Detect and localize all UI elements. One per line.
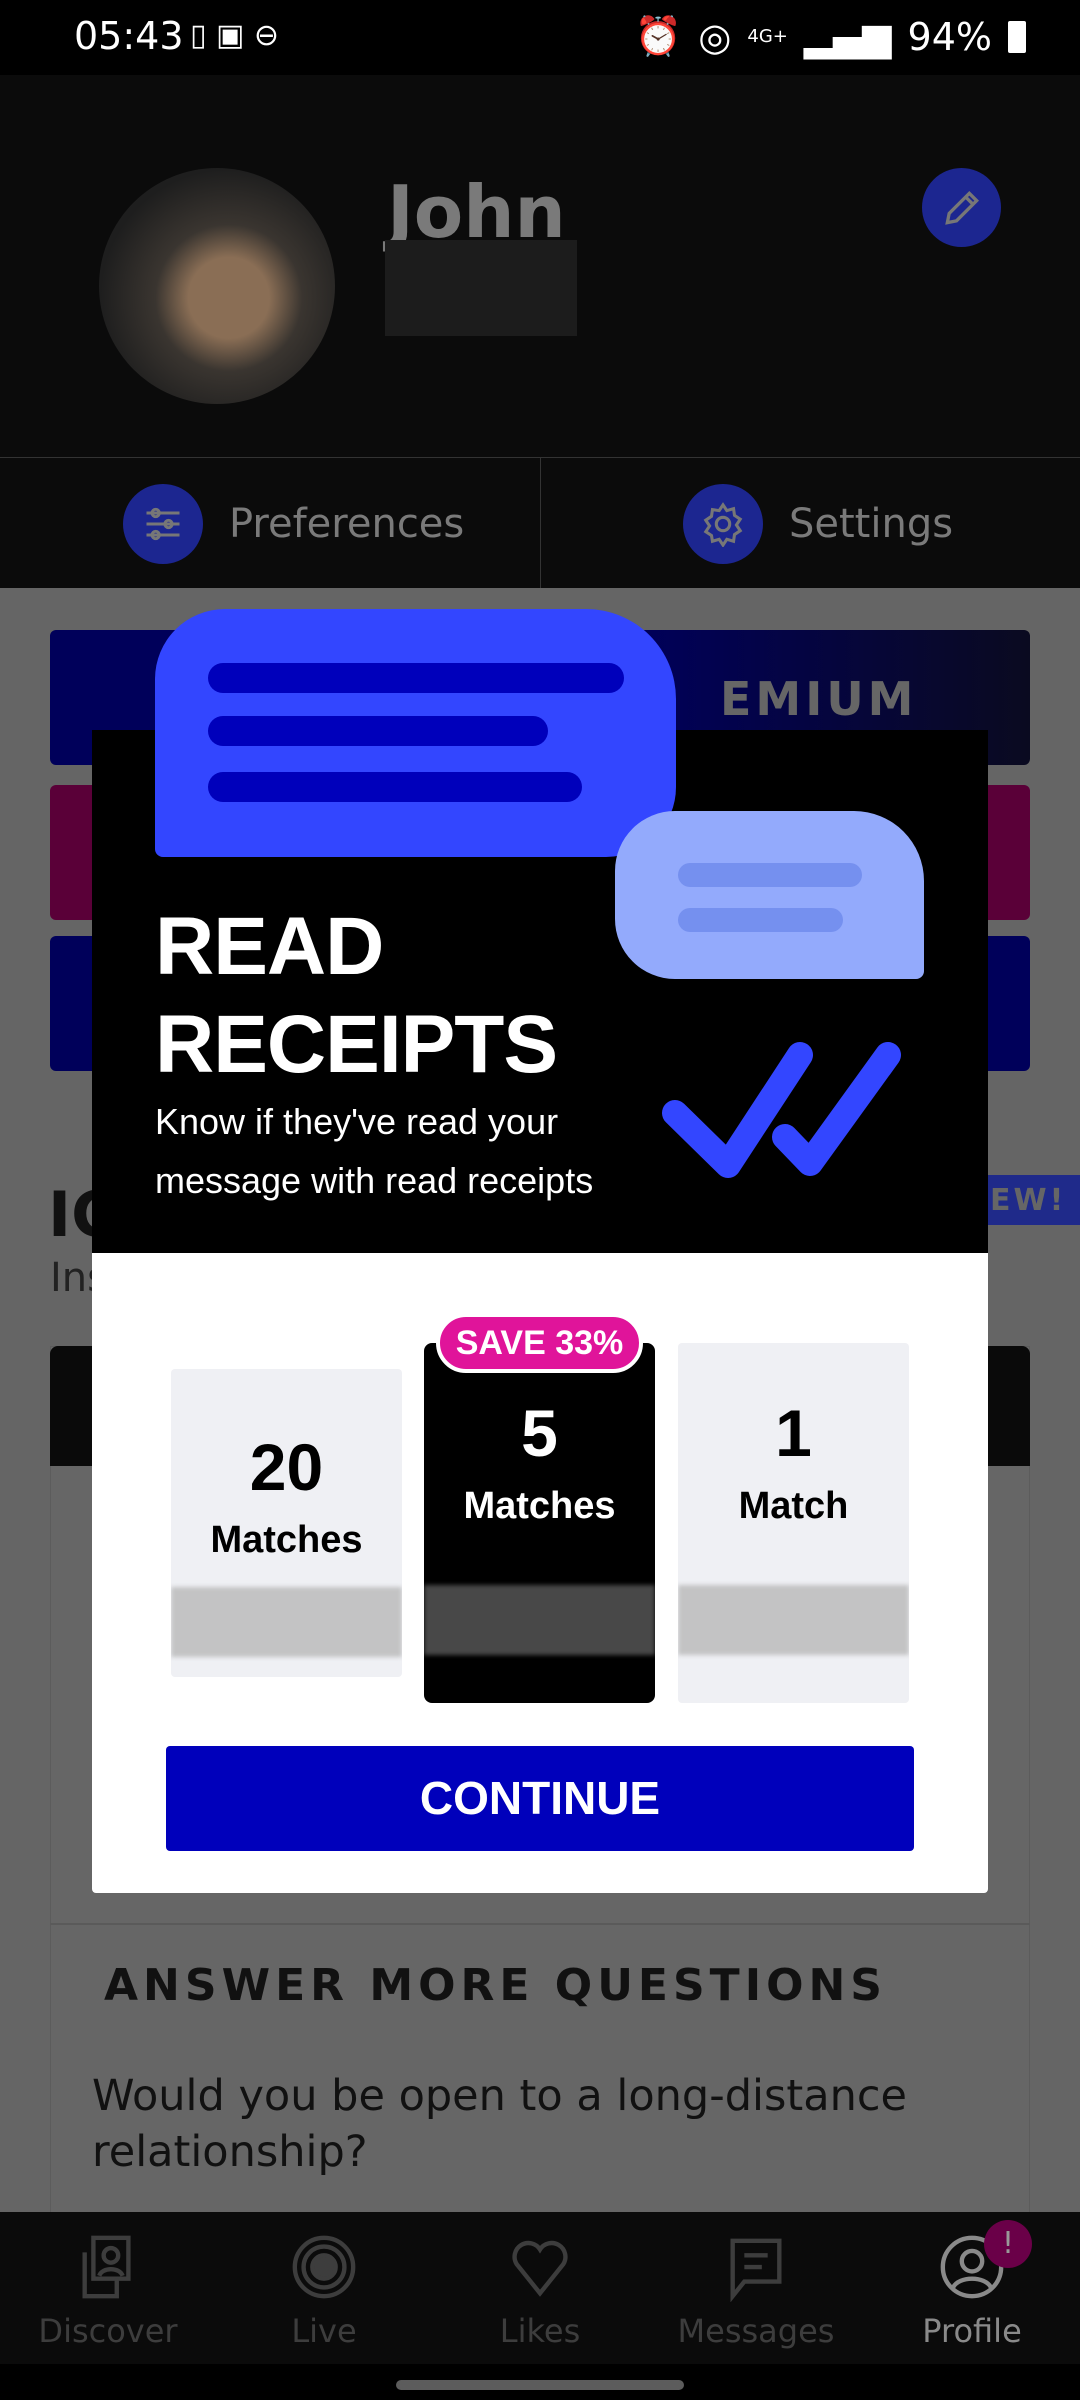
premium-label: EMIUM <box>720 672 918 726</box>
live-icon <box>292 2235 356 2299</box>
nav-likes[interactable]: Likes <box>432 2212 648 2364</box>
plan-option-5[interactable]: 5 Matches <box>424 1343 655 1703</box>
status-icons: ⏰ ◎ 4G+ ▂▄▆ 94% <box>635 14 1026 59</box>
heart-icon <box>512 2240 568 2297</box>
subtitle-line: message with read receipts <box>155 1160 594 1201</box>
nav-discover[interactable]: Discover <box>0 2212 216 2364</box>
notification-icons: ▯ ▣ ⊖ <box>190 18 280 53</box>
nav-label: Live <box>291 2312 357 2350</box>
modal-subtitle: Know if they've read your message with r… <box>155 1092 593 1210</box>
title-line: RECEIPTS <box>155 999 558 1090</box>
chat-bubble-illustration <box>615 811 924 979</box>
redacted-price <box>171 1587 402 1657</box>
clock: 05:43 <box>74 14 184 58</box>
subtitle-line: Know if they've read your <box>155 1101 559 1142</box>
tab-label: Settings <box>789 500 954 547</box>
bottom-nav: Discover Live Likes Messages Profile ! <box>0 2212 1080 2364</box>
signal-icon: ▂▄▆ <box>803 14 892 59</box>
edit-profile-button[interactable] <box>922 168 1001 247</box>
new-badge: EW! <box>980 1175 1080 1225</box>
nav-label: Likes <box>499 2312 581 2350</box>
question-text[interactable]: Would you be open to a long-distance rel… <box>92 2068 992 2180</box>
nav-label: Discover <box>38 2312 178 2350</box>
nav-label: Profile <box>922 2312 1022 2350</box>
notification-badge: ! <box>984 2220 1032 2268</box>
redacted-price <box>424 1585 655 1655</box>
modal-title: READ RECEIPTS <box>155 898 558 1094</box>
nav-live[interactable]: Live <box>216 2212 432 2364</box>
message-icon <box>730 2238 782 2302</box>
double-check-icon <box>662 1042 901 1178</box>
nav-profile[interactable]: Profile ! <box>864 2212 1080 2364</box>
sliders-icon <box>123 483 203 564</box>
plan-unit: Matches <box>463 1485 616 1527</box>
nav-label: Messages <box>677 2312 835 2350</box>
network-type: 4G+ <box>747 26 788 47</box>
continue-button[interactable]: CONTINUE <box>166 1746 914 1851</box>
plan-unit: Match <box>738 1485 849 1527</box>
plan-count: 1 <box>775 1396 812 1470</box>
plan-count: 20 <box>249 1430 324 1504</box>
divider <box>540 457 541 588</box>
home-indicator[interactable] <box>396 2380 684 2390</box>
plan-option-20[interactable]: 20 Matches <box>171 1369 402 1677</box>
tab-preferences[interactable]: Preferences <box>123 458 464 589</box>
pencil-icon <box>944 190 979 225</box>
alarm-icon: ⏰ <box>634 14 683 58</box>
battery-level: 94% <box>907 14 992 59</box>
tab-label: Preferences <box>229 500 465 547</box>
save-badge: SAVE 33% <box>436 1313 643 1373</box>
answer-more-questions-title: ANSWER MORE QUESTIONS <box>104 1960 887 2011</box>
hotspot-icon: ◎ <box>698 14 732 59</box>
plan-count: 5 <box>521 1396 558 1470</box>
gear-icon <box>683 483 763 564</box>
divider <box>50 1923 1030 1925</box>
plan-option-1[interactable]: 1 Match <box>678 1343 909 1703</box>
tab-settings[interactable]: Settings <box>683 458 953 589</box>
title-line: READ <box>155 901 384 992</box>
discover-icon <box>82 2235 131 2299</box>
battery-icon <box>1008 20 1026 53</box>
plan-unit: Matches <box>210 1519 363 1561</box>
avatar[interactable] <box>99 168 335 404</box>
chat-bubble-illustration <box>155 609 676 857</box>
redacted-info <box>385 240 577 336</box>
redacted-price <box>678 1585 909 1655</box>
status-bar: 05:43 ▯ ▣ ⊖ ⏰ ◎ 4G+ ▂▄▆ 94% <box>0 0 1080 75</box>
nav-messages[interactable]: Messages <box>648 2212 864 2364</box>
